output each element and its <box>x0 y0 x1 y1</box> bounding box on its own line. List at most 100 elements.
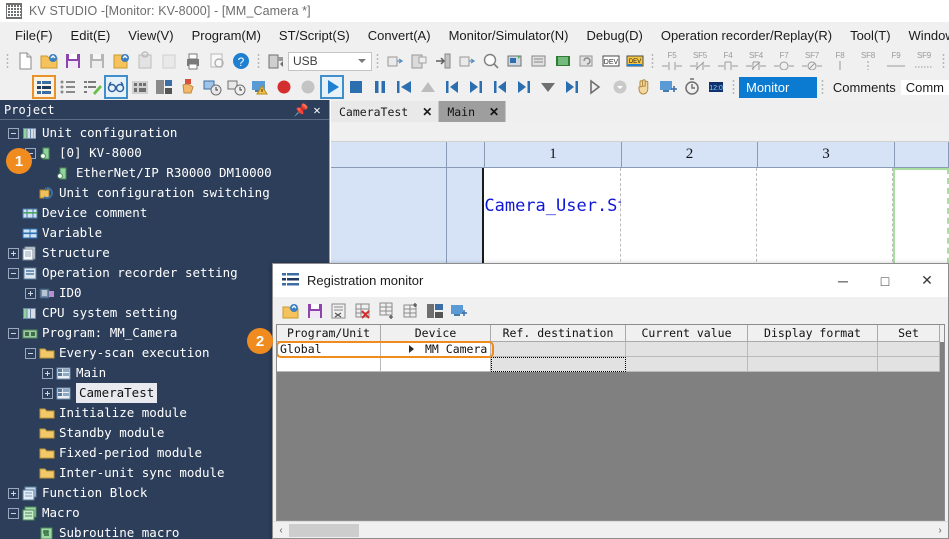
edit-monitor-icon[interactable] <box>81 76 103 98</box>
open-project-icon[interactable] <box>38 50 60 72</box>
menu-item-tool[interactable]: Tool(T) <box>841 25 899 46</box>
prev-frame-icon[interactable] <box>441 76 463 98</box>
tab-main[interactable]: Main ✕ <box>439 101 506 122</box>
collapse-minus-icon[interactable] <box>8 128 19 139</box>
table-row[interactable]: Global MM Camera <box>277 342 944 357</box>
connection-select[interactable]: USB <box>288 52 372 71</box>
save-icon[interactable] <box>62 50 84 72</box>
next-frame-icon[interactable] <box>465 76 487 98</box>
table-header-display-format[interactable]: Display format <box>748 325 878 342</box>
contact-nc-icon[interactable]: SF5 <box>686 49 714 73</box>
timing-chart-icon[interactable] <box>201 76 223 98</box>
menu-item-debug[interactable]: Debug(D) <box>577 25 651 46</box>
menu-item-operation-recorder[interactable]: Operation recorder/Replay(R) <box>652 25 841 46</box>
cell-program-unit[interactable]: Global <box>277 342 381 357</box>
close-icon[interactable]: ✕ <box>489 105 499 119</box>
tree-item-unit-configuration[interactable]: Unit configuration <box>0 123 329 143</box>
device-list-icon[interactable] <box>57 76 79 98</box>
delete-row-icon[interactable] <box>352 300 374 322</box>
transfer-to-plc-icon[interactable] <box>384 50 406 72</box>
scroll-left-button[interactable]: ‹ <box>273 525 289 536</box>
open-monitor-file-icon[interactable] <box>280 300 302 322</box>
force-set-icon[interactable] <box>177 76 199 98</box>
close-button[interactable]: ✕ <box>906 265 948 297</box>
verify-icon[interactable] <box>480 50 502 72</box>
plc-reload-icon[interactable] <box>576 50 598 72</box>
cell-current-value[interactable] <box>626 342 748 357</box>
save-project-icon[interactable] <box>110 50 132 72</box>
save-monitor-file-icon[interactable] <box>304 300 326 322</box>
collapse-minus-icon[interactable] <box>8 268 19 279</box>
minimize-button[interactable]: ─ <box>822 265 864 297</box>
monitor-warning-icon[interactable] <box>249 76 271 98</box>
next-frame2-icon[interactable] <box>513 76 535 98</box>
prev-frame2-icon[interactable] <box>489 76 511 98</box>
table-header-program-unit[interactable]: Program/Unit <box>277 325 381 342</box>
ladder-monitor-icon[interactable] <box>129 76 151 98</box>
glasses-monitor-icon[interactable] <box>105 76 127 98</box>
cell-ref-destination[interactable] <box>491 357 626 372</box>
plc-connect-icon[interactable] <box>265 50 287 72</box>
transfer-monitor-icon[interactable] <box>432 50 454 72</box>
print-icon[interactable] <box>182 50 204 72</box>
tree-item-ethernet-ip-r30000-dm10000[interactable]: EtherNet/IP R30000 DM10000 <box>0 163 329 183</box>
stopwatch-icon[interactable] <box>681 76 703 98</box>
tree-item-unit-configuration-switching[interactable]: Unit configuration switching <box>0 183 329 203</box>
collapse-minus-icon[interactable] <box>8 328 19 339</box>
plc-sync-icon[interactable] <box>552 50 574 72</box>
expand-plus-icon[interactable] <box>25 288 36 299</box>
print-preview-icon[interactable] <box>206 50 228 72</box>
tree-item-0-kv-8000[interactable]: [0] KV-8000 <box>0 143 329 163</box>
insert-row-icon[interactable] <box>376 300 398 322</box>
ladder-col-header-2num[interactable]: 2 <box>622 142 758 168</box>
contact-no-icon[interactable]: F5 <box>658 49 686 73</box>
pin-icon[interactable]: 📌 <box>293 103 309 117</box>
skip-start-icon[interactable] <box>393 76 415 98</box>
lock-project-icon[interactable] <box>134 50 156 72</box>
record-icon[interactable] <box>273 76 295 98</box>
record-stop-icon[interactable] <box>297 76 319 98</box>
contact-falling-icon[interactable]: SF4 <box>742 49 770 73</box>
tree-item-structure[interactable]: Structure <box>0 243 329 263</box>
collapse-minus-icon[interactable] <box>8 508 19 519</box>
menu-item-st-script[interactable]: ST/Script(S) <box>270 25 359 46</box>
hand-icon[interactable] <box>633 76 655 98</box>
expand-plus-icon[interactable] <box>42 388 53 399</box>
dialog-title-bar[interactable]: Registration monitor ─ □ ✕ <box>273 264 948 297</box>
expand-plus-icon[interactable] <box>8 248 19 259</box>
cell-display-format[interactable] <box>748 342 878 357</box>
transfer-from-plc-icon[interactable] <box>408 50 430 72</box>
step-down-icon[interactable] <box>537 76 559 98</box>
plc-memory-icon[interactable] <box>528 50 550 72</box>
cell-device[interactable] <box>381 357 491 372</box>
clock-1200-icon[interactable]: 12:0 <box>705 76 727 98</box>
menu-item-view[interactable]: View(V) <box>119 25 182 46</box>
unlock-project-icon[interactable] <box>158 50 180 72</box>
cell-set[interactable] <box>878 342 940 357</box>
program-monitor-icon[interactable] <box>153 76 175 98</box>
dropdown-circle-icon[interactable] <box>609 76 631 98</box>
scrollbar-thumb[interactable] <box>289 524 359 537</box>
play-icon[interactable] <box>321 76 343 98</box>
step-up-icon[interactable] <box>417 76 439 98</box>
ladder-col-header-1num[interactable]: 1 <box>485 142 622 168</box>
coil-out-icon[interactable]: F7 <box>770 49 798 73</box>
fast-forward-icon[interactable] <box>585 76 607 98</box>
cell-device[interactable]: MM Camera <box>381 342 491 357</box>
menu-item-window[interactable]: Window(W) <box>900 25 949 46</box>
close-icon[interactable]: ✕ <box>309 103 325 117</box>
help-icon[interactable]: ? <box>230 50 252 72</box>
menu-item-convert[interactable]: Convert(A) <box>359 25 440 46</box>
registration-monitor-icon[interactable] <box>33 76 55 98</box>
table-row[interactable] <box>277 357 944 372</box>
maximize-button[interactable]: □ <box>864 265 906 297</box>
cell-ref-destination[interactable] <box>491 342 626 357</box>
table-header-current-value[interactable]: Current value <box>626 325 748 342</box>
tab-cameratest[interactable]: CameraTest ✕ <box>331 101 439 122</box>
menu-item-program[interactable]: Program(M) <box>183 25 270 46</box>
timing-chart-edit-icon[interactable] <box>225 76 247 98</box>
ladder-col-header-4num[interactable] <box>895 142 949 168</box>
skip-end-icon[interactable] <box>561 76 583 98</box>
monitor-window-icon[interactable] <box>448 300 470 322</box>
ladder-col-header-3num[interactable]: 3 <box>758 142 895 168</box>
